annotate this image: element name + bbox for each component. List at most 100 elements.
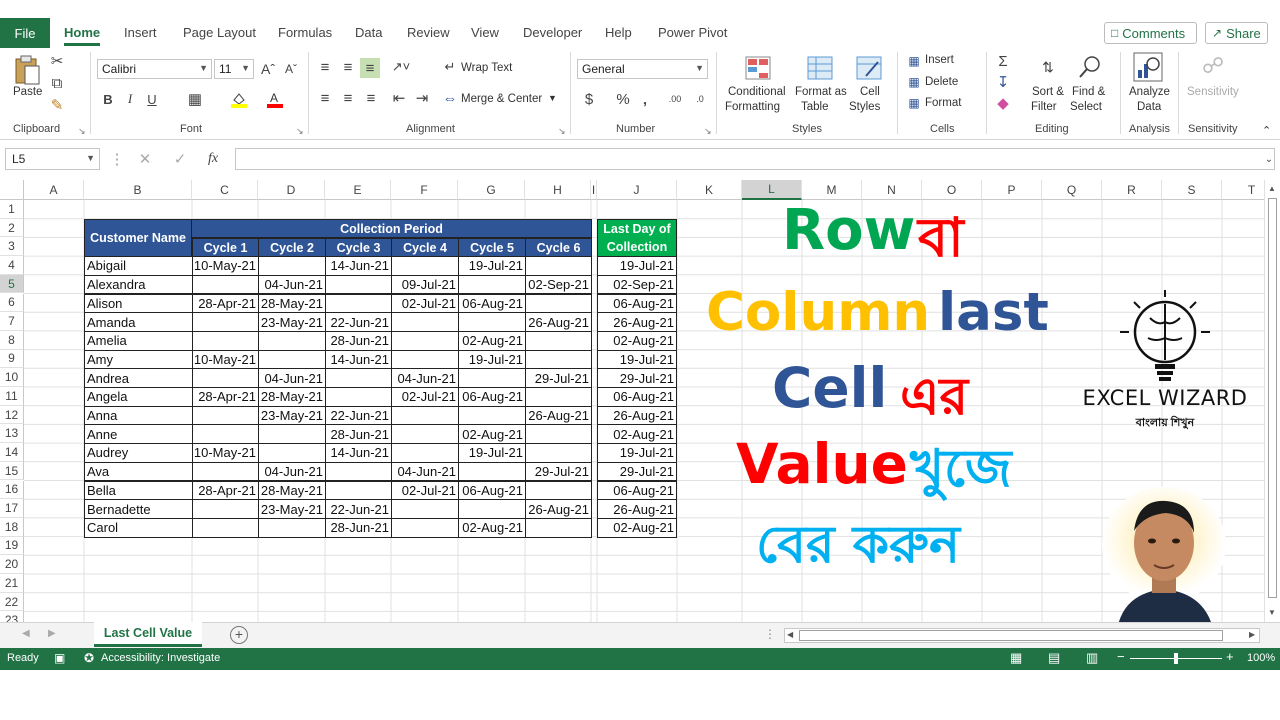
cycle-date-cell[interactable] xyxy=(258,443,326,463)
cycle-date-cell[interactable] xyxy=(391,330,459,351)
sensitivity-icon[interactable]: ☍ xyxy=(1199,52,1227,80)
insert-cells-icon[interactable]: ▦ xyxy=(906,53,922,69)
cycle-date-cell[interactable] xyxy=(525,330,592,351)
cell-styles-line1[interactable]: Cell xyxy=(860,86,880,98)
row-header-19[interactable]: 19 xyxy=(0,536,24,556)
fill-icon[interactable]: ↧ xyxy=(995,73,1011,91)
row-header-7[interactable]: 7 xyxy=(0,312,24,331)
cycle-date-cell[interactable] xyxy=(192,330,259,351)
font-size-select[interactable]: 11 ▼ xyxy=(214,59,254,79)
cycle-date-cell[interactable] xyxy=(458,368,526,388)
cycle-date-cell[interactable]: 26-Aug-21 xyxy=(525,312,592,332)
horizontal-scrollbar[interactable]: ◀ ▶ xyxy=(784,628,1260,643)
cycle-date-cell[interactable] xyxy=(192,405,259,426)
cycle-header-3[interactable]: Cycle 3 xyxy=(325,238,392,258)
tab-home[interactable]: Home xyxy=(64,25,101,46)
cycle-date-cell[interactable]: 28-Apr-21 xyxy=(192,387,259,407)
decrease-font-icon[interactable]: Aˇ xyxy=(282,59,300,79)
column-header-g[interactable]: G xyxy=(458,180,525,200)
chevron-down-icon[interactable]: ▼ xyxy=(548,93,557,103)
cycle-date-cell[interactable]: 22-Jun-21 xyxy=(325,312,392,332)
column-header-m[interactable]: M xyxy=(802,180,862,200)
zoom-in-icon[interactable]: + xyxy=(1226,649,1234,664)
bold-icon[interactable]: B xyxy=(100,89,116,109)
tab-view[interactable]: View xyxy=(471,25,499,40)
clipboard-launcher-icon[interactable]: ↘ xyxy=(78,126,86,137)
cycle-date-cell[interactable]: 28-May-21 xyxy=(258,387,326,407)
sensitivity-button[interactable]: Sensitivity xyxy=(1187,86,1239,98)
customer-name-cell[interactable]: Ava xyxy=(84,461,193,482)
paste-icon[interactable] xyxy=(12,54,42,86)
cycle-date-cell[interactable] xyxy=(192,368,259,388)
row-header-5[interactable]: 5 xyxy=(0,274,24,294)
merge-center-icon[interactable]: ⇔ xyxy=(442,89,458,107)
cycle-date-cell[interactable]: 28-May-21 xyxy=(258,293,326,314)
last-day-cell[interactable]: 26-Aug-21 xyxy=(597,312,677,332)
cycle-date-cell[interactable]: 28-Jun-21 xyxy=(325,517,392,538)
row-header-3[interactable]: 3 xyxy=(0,237,24,257)
tab-developer[interactable]: Developer xyxy=(523,25,582,40)
cycle-date-cell[interactable] xyxy=(525,293,592,314)
accessibility-icon[interactable]: ✪ xyxy=(84,651,94,665)
row-header-12[interactable]: 12 xyxy=(0,405,24,425)
borders-icon[interactable]: ▦ xyxy=(186,89,204,109)
cycle-date-cell[interactable]: 06-Aug-21 xyxy=(458,387,526,407)
cycle-date-cell[interactable]: 10-May-21 xyxy=(192,256,259,276)
zoom-out-icon[interactable]: − xyxy=(1117,649,1125,664)
cycle-date-cell[interactable]: 02-Jul-21 xyxy=(391,293,459,314)
last-day-cell[interactable]: 02-Aug-21 xyxy=(597,517,677,538)
increase-indent-icon[interactable]: ⇥ xyxy=(413,89,431,107)
cycle-date-cell[interactable]: 06-Aug-21 xyxy=(458,480,526,501)
row-header-1[interactable]: 1 xyxy=(0,200,24,219)
cycle-date-cell[interactable]: 14-Jun-21 xyxy=(325,443,392,463)
increase-font-icon[interactable]: Aˆ xyxy=(259,59,277,79)
cycle-date-cell[interactable] xyxy=(458,405,526,426)
column-header-c[interactable]: C xyxy=(192,180,258,200)
last-day-cell[interactable]: 06-Aug-21 xyxy=(597,293,677,314)
customer-name-cell[interactable]: Bella xyxy=(84,480,193,501)
cycle-date-cell[interactable] xyxy=(325,480,392,501)
row-header-11[interactable]: 11 xyxy=(0,387,24,406)
collection-period-header[interactable]: Collection Period xyxy=(191,219,592,238)
column-header-b[interactable]: B xyxy=(84,180,192,200)
find-select-icon[interactable] xyxy=(1076,54,1104,80)
cycle-date-cell[interactable]: 22-Jun-21 xyxy=(325,405,392,426)
name-box[interactable]: L5 ▼ xyxy=(5,148,100,170)
column-header-q[interactable]: Q xyxy=(1042,180,1102,200)
number-format-select[interactable]: General ▼ xyxy=(577,59,708,79)
last-day-cell[interactable]: 19-Jul-21 xyxy=(597,256,677,276)
cycle-date-cell[interactable]: 02-Aug-21 xyxy=(458,517,526,538)
customer-name-cell[interactable]: Angela xyxy=(84,387,193,407)
last-day-header[interactable]: Last Day of Collection xyxy=(597,219,677,257)
cycle-date-cell[interactable] xyxy=(192,424,259,445)
alignment-launcher-icon[interactable]: ↘ xyxy=(558,126,566,137)
find-select-line2[interactable]: Select xyxy=(1070,101,1102,113)
scroll-right-icon[interactable]: ▶ xyxy=(1249,630,1255,639)
cycle-header-4[interactable]: Cycle 4 xyxy=(391,238,459,258)
sheet-tab-last-cell-value[interactable]: Last Cell Value xyxy=(94,622,202,647)
column-header-k[interactable]: K xyxy=(677,180,742,200)
zoom-level[interactable]: 100% xyxy=(1247,652,1275,664)
scroll-down-icon[interactable]: ▼ xyxy=(1268,608,1276,617)
cycle-date-cell[interactable]: 26-Aug-21 xyxy=(525,405,592,426)
cycle-date-cell[interactable]: 14-Jun-21 xyxy=(325,349,392,370)
cycle-date-cell[interactable]: 02-Sep-21 xyxy=(525,274,592,295)
tab-review[interactable]: Review xyxy=(407,25,450,40)
paste-label[interactable]: Paste xyxy=(13,86,42,98)
share-button[interactable]: ↗ Share xyxy=(1205,22,1268,44)
last-day-cell[interactable]: 06-Aug-21 xyxy=(597,387,677,407)
clear-icon[interactable]: ◆ xyxy=(995,94,1011,112)
cycle-date-cell[interactable]: 28-Apr-21 xyxy=(192,293,259,314)
row-header-16[interactable]: 16 xyxy=(0,480,24,500)
cycle-date-cell[interactable] xyxy=(258,256,326,276)
cycle-date-cell[interactable]: 04-Jun-21 xyxy=(258,274,326,295)
increase-decimal-icon[interactable]: .00 xyxy=(665,89,685,109)
copy-icon[interactable]: ⧉ xyxy=(48,74,66,92)
cycle-date-cell[interactable]: 14-Jun-21 xyxy=(325,256,392,276)
column-header-h[interactable]: H xyxy=(525,180,591,200)
add-sheet-icon[interactable]: + xyxy=(230,626,248,644)
cycle-date-cell[interactable] xyxy=(525,256,592,276)
enter-icon[interactable]: ✓ xyxy=(171,150,189,168)
tab-power-pivot[interactable]: Power Pivot xyxy=(658,25,727,40)
cycle-date-cell[interactable] xyxy=(192,517,259,538)
